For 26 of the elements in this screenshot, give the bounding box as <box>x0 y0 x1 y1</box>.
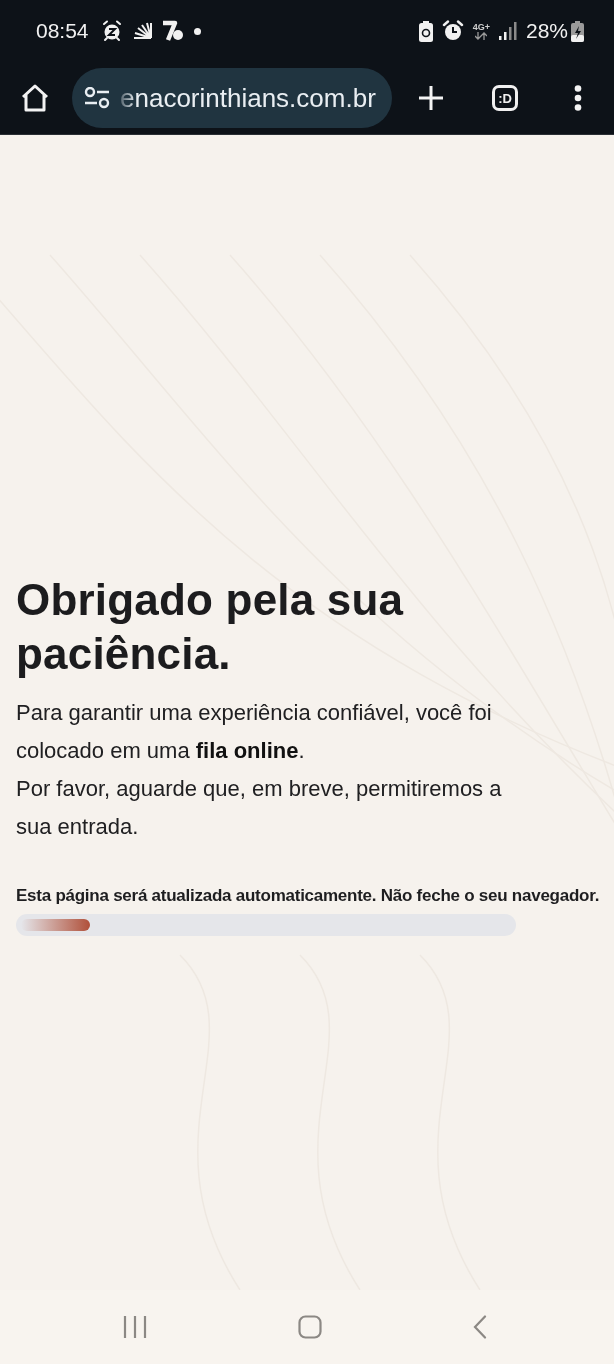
url-text: enacorinthians.com.br <box>120 82 376 114</box>
battery-percent: 28% <box>525 19 568 43</box>
clock-time: 08:54 <box>36 19 89 43</box>
message-paragraph: Por favor, aguarde que, em breve, permitiremos a sua entrada. <box>16 775 503 841</box>
site-settings-icon[interactable] <box>84 87 110 109</box>
address-bar[interactable]: enacorinthians.com.br <box>72 68 392 128</box>
battery-recycle-icon <box>418 20 433 42</box>
data-arrows-icon <box>475 31 488 40</box>
rays-icon <box>131 22 152 40</box>
tab-switcher-button[interactable]: :D <box>492 85 518 111</box>
battery-charging-icon <box>571 20 584 42</box>
more-menu-icon[interactable] <box>574 85 582 111</box>
app-icon <box>160 20 185 42</box>
home-icon[interactable] <box>20 83 50 113</box>
alarm-clock-icon <box>441 20 464 42</box>
back-icon[interactable] <box>473 1315 487 1339</box>
refresh-notice: Esta página será atualizada automaticamente. Não feche o seu navegador. <box>16 885 598 907</box>
page-heading: Obrigado pela sua paciência. <box>16 574 405 680</box>
signal-icon <box>498 22 517 40</box>
plus-icon[interactable] <box>418 85 444 111</box>
network-type: 4G+ <box>472 22 490 40</box>
recent-apps-icon[interactable] <box>123 1315 147 1339</box>
alarm-snooze-icon <box>100 20 123 42</box>
notification-dot-icon <box>193 27 201 35</box>
message-paragraph: Para garantir uma experiência confiável, você foi colocado em uma fila online. <box>16 699 493 765</box>
home-square-icon[interactable] <box>298 1315 322 1339</box>
